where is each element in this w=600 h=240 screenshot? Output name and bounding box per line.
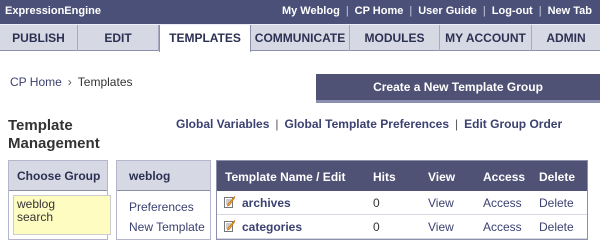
breadcrumb: CP Home › Templates <box>10 75 133 89</box>
weblog-group-header: weblog <box>117 161 210 191</box>
separator: | <box>345 5 349 17</box>
tab-edit[interactable]: EDIT <box>78 25 159 51</box>
table-row: archives 0 View Access Delete <box>217 191 587 215</box>
separator: | <box>275 117 279 131</box>
template-hits: 0 <box>373 220 380 234</box>
tab-publish[interactable]: PUBLISH <box>0 25 78 51</box>
choose-group-panel: Choose Group weblog search <box>8 160 111 240</box>
app-title: ExpressionEngine <box>5 5 101 17</box>
template-name-link[interactable]: categories <box>242 220 302 234</box>
global-template-preferences-link[interactable]: Global Template Preferences <box>285 117 450 131</box>
delete-link[interactable]: Delete <box>539 196 574 210</box>
separator: | <box>482 5 486 17</box>
weblog-group-panel: weblog Preferences New Template <box>116 160 211 240</box>
top-bar: ExpressionEngine My Weblog | CP Home | User … <box>0 0 600 24</box>
delete-link[interactable]: Delete <box>539 220 574 234</box>
tab-communicate[interactable]: COMMUNICATE <box>251 25 350 51</box>
link-user-guide[interactable]: User Guide <box>418 5 477 17</box>
header-template-name: Template Name / Edit <box>225 170 346 184</box>
edit-template-icon[interactable] <box>224 196 235 208</box>
template-table: Template Name / Edit Hits View Access De… <box>216 160 588 240</box>
group-select-list[interactable]: weblog search <box>13 195 111 235</box>
header-hits: Hits <box>373 170 396 184</box>
breadcrumb-current: Templates <box>77 75 133 89</box>
view-link[interactable]: View <box>428 196 454 210</box>
header-view: View <box>428 170 456 184</box>
access-link[interactable]: Access <box>483 196 522 210</box>
template-name-link[interactable]: archives <box>242 196 291 210</box>
top-links: My Weblog | CP Home | User Guide | Log-out | New… <box>282 5 592 17</box>
template-hits: 0 <box>373 196 380 210</box>
breadcrumb-arrow: › <box>67 75 72 89</box>
header-access: Access <box>483 170 526 184</box>
choose-group-header: Choose Group <box>9 161 107 191</box>
breadcrumb-cp-home[interactable]: CP Home <box>10 75 62 89</box>
main-tabs: PUBLISH EDIT TEMPLATES COMMUNICATE MODUL… <box>0 24 600 52</box>
link-log-out[interactable]: Log-out <box>492 5 533 17</box>
link-cp-home[interactable]: CP Home <box>355 5 404 17</box>
table-header: Template Name / Edit Hits View Access De… <box>217 161 587 191</box>
header-delete: Delete <box>539 170 576 184</box>
link-new-tab[interactable]: New Tab <box>548 5 592 17</box>
separator: | <box>455 117 459 131</box>
separator: | <box>538 5 542 17</box>
new-template-link[interactable]: New Template <box>129 217 205 237</box>
tab-templates[interactable]: TEMPLATES <box>159 25 251 52</box>
weblog-group-links: Preferences New Template <box>129 197 205 237</box>
template-actions: Global Variables | Global Template Prefere… <box>176 117 562 131</box>
table-row: categories 0 View Access Delete <box>217 215 587 239</box>
access-link[interactable]: Access <box>483 220 522 234</box>
separator: | <box>409 5 413 17</box>
edit-template-icon[interactable] <box>224 220 235 232</box>
tab-modules[interactable]: MODULES <box>350 25 440 51</box>
link-my-weblog[interactable]: My Weblog <box>282 5 340 17</box>
page-title: Template Management <box>8 117 100 152</box>
view-link[interactable]: View <box>428 220 454 234</box>
tab-admin[interactable]: ADMIN <box>532 25 600 51</box>
preferences-link[interactable]: Preferences <box>129 197 205 217</box>
group-option[interactable]: search <box>17 211 107 224</box>
global-variables-link[interactable]: Global Variables <box>176 117 269 131</box>
tab-my-account[interactable]: MY ACCOUNT <box>440 25 532 51</box>
edit-group-order-link[interactable]: Edit Group Order <box>464 117 562 131</box>
create-template-group-button[interactable]: Create a New Template Group <box>316 74 600 103</box>
